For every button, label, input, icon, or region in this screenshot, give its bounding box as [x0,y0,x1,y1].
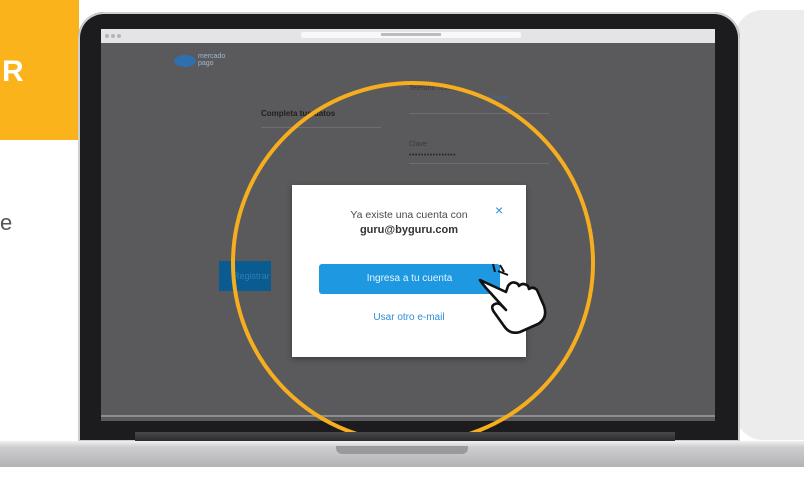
laptop-hinge-notch [336,446,468,454]
logo-icon [174,55,196,67]
hand-pointer-icon [478,263,547,334]
window-maximize-dot[interactable] [117,34,121,38]
logo-text: mercado pago [198,53,226,67]
right-background-panel [735,10,804,440]
window-close-dot[interactable] [105,34,109,38]
mercado-pago-logo[interactable]: mercado pago [174,53,234,69]
window-minimize-dot[interactable] [111,34,115,38]
browser-toolbar [101,29,715,43]
address-bar[interactable] [301,32,521,38]
orange-banner: R [0,0,79,140]
laptop-keyboard-edge [135,432,675,441]
side-text-fragment: e [0,210,13,235]
banner-letter: R [2,55,24,88]
